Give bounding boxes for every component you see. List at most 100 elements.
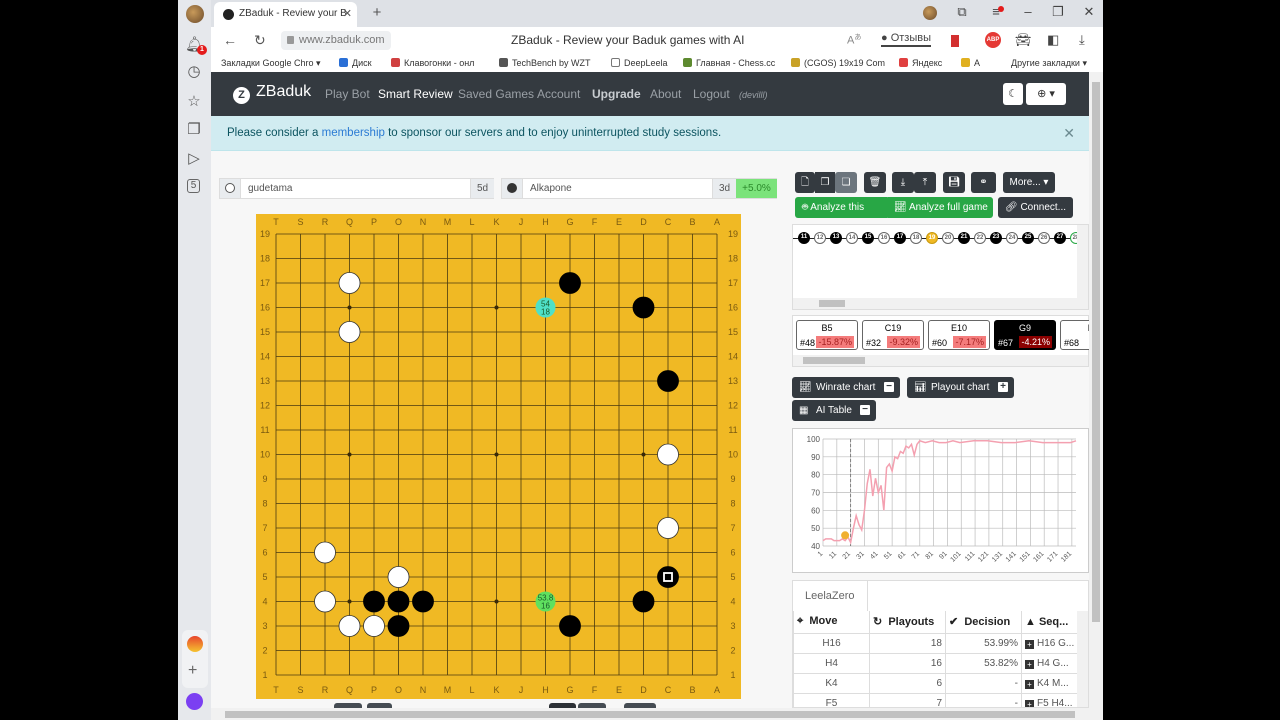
- profile-icon[interactable]: [923, 6, 937, 20]
- white-stone[interactable]: [338, 272, 361, 294]
- black-player-name[interactable]: Alkapone: [530, 183, 572, 194]
- mail-icon[interactable]: [187, 636, 203, 652]
- menu-icon[interactable]: ≡: [987, 4, 1005, 19]
- restore-icon[interactable]: ❐: [1049, 4, 1067, 20]
- ai-suggestion[interactable]: 53.816: [535, 591, 556, 612]
- sequence-move[interactable]: 24: [1006, 232, 1018, 244]
- ai-suggestion[interactable]: 5418: [535, 297, 556, 318]
- sequence-move[interactable]: 16: [878, 232, 890, 244]
- winrate-chart-svg[interactable]: 4050607080901001 11 21 31 41 51 61 71 81 91 101 111…: [793, 429, 1088, 572]
- save-button[interactable]: 💾︎: [943, 172, 965, 193]
- url-field[interactable]: www.zbaduk.com: [281, 31, 391, 50]
- expand-sequence-icon[interactable]: +: [1025, 659, 1034, 669]
- column-move[interactable]: ⌖ Move: [793, 611, 870, 634]
- adblock-icon[interactable]: ABP: [985, 32, 1001, 48]
- winrate-chart[interactable]: 40 50 60 70 80 90 100 1 11 21 31 41 51 61 71 81 91 101 111…: [792, 428, 1089, 573]
- column-sequence[interactable]: ▲ Seq...: [1021, 611, 1080, 634]
- language-dropdown[interactable]: ⊕ ▾: [1026, 83, 1066, 105]
- black-stone[interactable]: [632, 590, 655, 613]
- collections-icon[interactable]: ❐: [185, 121, 203, 139]
- history-icon[interactable]: ◷: [185, 63, 203, 81]
- white-stone[interactable]: [314, 590, 336, 613]
- mistake-card[interactable]: B5 #48 -15.87%: [796, 320, 858, 350]
- black-stone[interactable]: [412, 590, 434, 613]
- sequence-scrollbar[interactable]: [793, 298, 1088, 309]
- go-board[interactable]: T T 19 19 S S 18 18 R R 17 17 Q Q 16 16 P P 15 15 O O 14 14 N N 13…: [256, 214, 741, 699]
- white-stone[interactable]: [363, 615, 385, 637]
- nav-saved-games[interactable]: Saved Games: [458, 87, 534, 101]
- bookmark-item[interactable]: TechBench by WZT: [499, 58, 591, 68]
- membership-link[interactable]: membership: [322, 127, 385, 139]
- analyze-full-game-button[interactable]: 📈︎ Analyze full game: [888, 197, 993, 218]
- sequence-move[interactable]: 17: [894, 232, 906, 244]
- sequence-vscrollbar[interactable]: [1077, 225, 1088, 300]
- analyze-this-button[interactable]: 🤖︎ Analyze this: [795, 197, 890, 218]
- sequence-move[interactable]: 19: [926, 232, 938, 244]
- mistake-card[interactable]: G9 #67 -4.21%: [994, 320, 1056, 350]
- bookmark-item[interactable]: A: [961, 58, 980, 68]
- expand-sequence-icon[interactable]: +: [1025, 639, 1034, 649]
- white-stone[interactable]: [657, 517, 679, 539]
- sequence-move[interactable]: 11: [798, 232, 810, 244]
- close-tab-icon[interactable]: ✕: [343, 2, 352, 26]
- upload-sgf-button[interactable]: ⤒: [914, 172, 936, 193]
- mistakes-scrollbar[interactable]: [793, 355, 1088, 366]
- close-alert-icon[interactable]: ✕: [1063, 116, 1075, 151]
- download-sgf-button[interactable]: ⤓: [892, 172, 914, 193]
- play-icon[interactable]: ▷: [185, 150, 203, 168]
- winrate-chart-toggle[interactable]: 📈︎ Winrate chart −: [792, 377, 900, 398]
- nav-play-bot[interactable]: Play Bot: [325, 87, 370, 101]
- brand-logo[interactable]: Z ZBaduk: [233, 83, 311, 104]
- sequence-move[interactable]: 23: [990, 232, 1002, 244]
- browser-tab[interactable]: ZBaduk - Review your B ✕: [214, 2, 357, 27]
- copy-button[interactable]: ❐: [815, 172, 835, 193]
- bookmark-item[interactable]: DeepLeela: [611, 58, 668, 68]
- white-player-name[interactable]: gudetama: [248, 183, 292, 194]
- close-window-icon[interactable]: ✕: [1080, 4, 1098, 20]
- table-row[interactable]: K4 6- + K4 M...: [793, 672, 1080, 694]
- more-dropdown[interactable]: More... ▾: [1003, 172, 1055, 193]
- black-stone[interactable]: [559, 272, 581, 294]
- nav-account[interactable]: Account: [537, 87, 580, 101]
- black-stone[interactable]: [387, 590, 410, 613]
- bookmark-item[interactable]: Диск: [339, 58, 372, 68]
- black-stone[interactable]: [632, 296, 655, 319]
- nav-logout[interactable]: Logout: [693, 87, 730, 101]
- sequence-move[interactable]: 22: [974, 232, 986, 244]
- page-vertical-scrollbar[interactable]: [1089, 72, 1103, 708]
- sequence-move[interactable]: 27: [1054, 232, 1066, 244]
- reviews-button[interactable]: ● Отзывы: [881, 32, 931, 47]
- expand-sequence-icon[interactable]: +: [1025, 679, 1034, 689]
- bookmark-item[interactable]: Закладки Google Chro ▾: [221, 58, 321, 69]
- delete-button[interactable]: 🗑︎: [864, 172, 886, 193]
- alice-icon[interactable]: [186, 693, 203, 710]
- sequence-move[interactable]: 12: [814, 232, 826, 244]
- new-file-button[interactable]: 🗋︎: [795, 172, 815, 193]
- ai-table-scrollbar[interactable]: [1077, 611, 1088, 707]
- sequence-move[interactable]: 13: [830, 232, 842, 244]
- profile-avatar[interactable]: [186, 5, 204, 23]
- ai-table-toggle[interactable]: ▦ AI Table −: [792, 400, 876, 421]
- page-horizontal-scrollbar[interactable]: [211, 708, 1103, 720]
- sequence-move[interactable]: 18: [910, 232, 922, 244]
- bookmark-item[interactable]: Яндекс: [899, 58, 942, 68]
- mistake-card[interactable]: H#68-: [1060, 320, 1089, 350]
- white-stone[interactable]: [657, 443, 679, 466]
- paste-button[interactable]: ❏: [835, 172, 857, 193]
- dark-mode-toggle[interactable]: ☾: [1003, 83, 1023, 105]
- other-bookmarks[interactable]: Другие закладки ▾: [1011, 58, 1087, 69]
- black-stone[interactable]: [387, 615, 410, 637]
- table-row[interactable]: H4 16 53.82% + H4 G...: [793, 652, 1080, 674]
- collections-button-icon[interactable]: ⧉: [953, 4, 971, 20]
- sequence-move[interactable]: 20: [942, 232, 954, 244]
- board-svg[interactable]: TT19 19SS18 18RR17 17QQ16 16PP15 15OO14 14NN13…: [256, 214, 741, 699]
- white-stone[interactable]: [387, 566, 410, 588]
- white-stone[interactable]: [314, 541, 336, 564]
- bookmark-item[interactable]: Клавогонки - онл: [391, 58, 474, 68]
- black-stone[interactable]: [559, 615, 581, 637]
- black-stone[interactable]: [363, 590, 385, 613]
- sequence-move[interactable]: 26: [1038, 232, 1050, 244]
- tab-leelazero[interactable]: LeelaZero: [793, 581, 868, 611]
- reload-icon[interactable]: ↻: [254, 32, 266, 49]
- black-stone[interactable]: [657, 370, 679, 392]
